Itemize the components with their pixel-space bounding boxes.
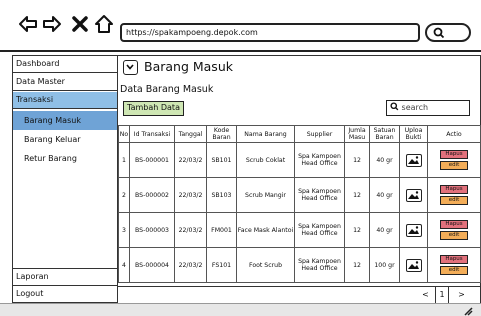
header-col-no: No xyxy=(118,125,130,143)
cell-upload xyxy=(400,178,428,213)
cell-supplier: Spa Kampoen Head Office xyxy=(295,213,345,248)
cell-no: 4 xyxy=(118,248,130,283)
cell-id: BS-000002 xyxy=(130,178,175,213)
cell-jumlah: 12 xyxy=(345,143,370,178)
cell-tanggal: 22/03/2 xyxy=(175,213,207,248)
sidebar: Dashboard Data Master Transaksi Barang M… xyxy=(12,55,118,303)
sidebar-sub-retur-barang[interactable]: Retur Barang xyxy=(13,149,117,168)
cell-no: 2 xyxy=(118,178,130,213)
pager-next[interactable]: > xyxy=(454,286,469,303)
sidebar-item-laporan[interactable]: Laporan xyxy=(13,268,117,286)
cell-satuan: 40 gr xyxy=(370,143,400,178)
cell-nama: Foot Scrub xyxy=(237,248,295,283)
cell-jumlah: 12 xyxy=(345,178,370,213)
cell-id: BS-000004 xyxy=(130,248,175,283)
section-label: Data Barang Masuk xyxy=(120,84,214,95)
header-col-upload: Uploa Bukti xyxy=(400,125,428,143)
cell-supplier: Spa Kampoen Head Office xyxy=(295,248,345,283)
cell-kode: FM001 xyxy=(207,213,237,248)
cell-satuan: 40 gr xyxy=(370,213,400,248)
cell-no: 3 xyxy=(118,213,130,248)
arrow-left-icon[interactable] xyxy=(18,14,38,34)
page-title: Barang Masuk xyxy=(144,59,233,74)
edit-button[interactable]: edit xyxy=(440,266,468,275)
search-input[interactable]: search xyxy=(386,100,470,116)
search-placeholder: search xyxy=(401,103,429,112)
sidebar-item-data-master[interactable]: Data Master xyxy=(13,74,117,91)
pager-page[interactable]: 1 xyxy=(435,286,449,303)
browser-toolbar: https://spakampoeng.depok.com xyxy=(0,0,481,52)
cell-no: 1 xyxy=(118,143,130,178)
delete-button[interactable]: Hapus xyxy=(440,220,468,229)
cell-action: Hapus edit xyxy=(428,143,481,178)
cell-kode: SB103 xyxy=(207,178,237,213)
main-panel: Barang Masuk Data Barang Masuk Tambah Da… xyxy=(118,55,481,303)
cell-satuan: 40 gr xyxy=(370,178,400,213)
header-col-supplier: Supplier xyxy=(295,125,345,143)
browser-search-button[interactable] xyxy=(425,23,471,42)
cell-id: BS-000001 xyxy=(130,143,175,178)
sidebar-sub-barang-keluar[interactable]: Barang Keluar xyxy=(13,130,117,149)
cell-upload xyxy=(400,143,428,178)
cell-jumlah: 12 xyxy=(345,213,370,248)
cell-tanggal: 22/03/2 xyxy=(175,178,207,213)
collapse-button[interactable] xyxy=(123,60,138,75)
cell-action: Hapus edit xyxy=(428,248,481,283)
sidebar-item-dashboard[interactable]: Dashboard xyxy=(13,56,117,73)
sidebar-sub-barang-masuk[interactable]: Barang Masuk xyxy=(13,111,117,130)
cell-nama: Face Mask Alantoi xyxy=(237,213,295,248)
chevron-down-icon xyxy=(126,64,134,70)
cell-action: Hapus edit xyxy=(428,178,481,213)
edit-button[interactable]: edit xyxy=(440,231,468,240)
delete-button[interactable]: Hapus xyxy=(440,185,468,194)
cell-supplier: Spa Kampoen Head Office xyxy=(295,143,345,178)
header-col-nama: Nama Barang xyxy=(237,125,295,143)
image-icon[interactable] xyxy=(405,153,422,167)
image-icon[interactable] xyxy=(405,223,422,237)
sidebar-item-logout[interactable]: Logout xyxy=(13,286,117,302)
image-icon[interactable] xyxy=(405,188,422,202)
sidebar-item-transaksi[interactable]: Transaksi xyxy=(13,92,117,109)
resize-grip-icon[interactable] xyxy=(463,306,473,316)
delete-button[interactable]: Hapus xyxy=(440,150,468,159)
edit-button[interactable]: edit xyxy=(440,161,468,170)
add-data-button[interactable]: Tambah Data xyxy=(123,101,184,116)
cell-tanggal: 22/03/2 xyxy=(175,143,207,178)
url-bar[interactable]: https://spakampoeng.depok.com xyxy=(120,23,420,42)
footer-bar xyxy=(0,303,481,316)
arrow-right-icon[interactable] xyxy=(42,14,62,34)
cell-action: Hapus edit xyxy=(428,213,481,248)
cell-id: BS-000003 xyxy=(130,213,175,248)
image-icon[interactable] xyxy=(405,258,422,272)
close-icon[interactable] xyxy=(70,14,90,34)
cell-jumlah: 12 xyxy=(345,248,370,283)
cell-supplier: Spa Kampoen Head Office xyxy=(295,178,345,213)
cell-nama: Scrub Coklat xyxy=(237,143,295,178)
cell-upload xyxy=(400,213,428,248)
header-col-kode: Kode Baran xyxy=(207,125,237,143)
header-col-satuan: Satuan Baran xyxy=(370,125,400,143)
edit-button[interactable]: edit xyxy=(440,196,468,205)
home-icon[interactable] xyxy=(94,14,114,34)
cell-kode: FS101 xyxy=(207,248,237,283)
search-icon xyxy=(390,102,399,111)
header-col-action: Actio xyxy=(428,125,481,143)
search-icon xyxy=(433,27,445,39)
cell-nama: Scrub Mangir xyxy=(237,178,295,213)
cell-upload xyxy=(400,248,428,283)
header-col-jumlah: Jumla Masu xyxy=(345,125,370,143)
header-col-id: Id Transaksi xyxy=(130,125,175,143)
header-col-tanggal: Tanggal xyxy=(175,125,207,143)
cell-tanggal: 22/03/2 xyxy=(175,248,207,283)
cell-kode: SB101 xyxy=(207,143,237,178)
pager-prev[interactable]: < xyxy=(418,286,433,303)
delete-button[interactable]: Hapus xyxy=(440,255,468,264)
cell-satuan: 100 gr xyxy=(370,248,400,283)
